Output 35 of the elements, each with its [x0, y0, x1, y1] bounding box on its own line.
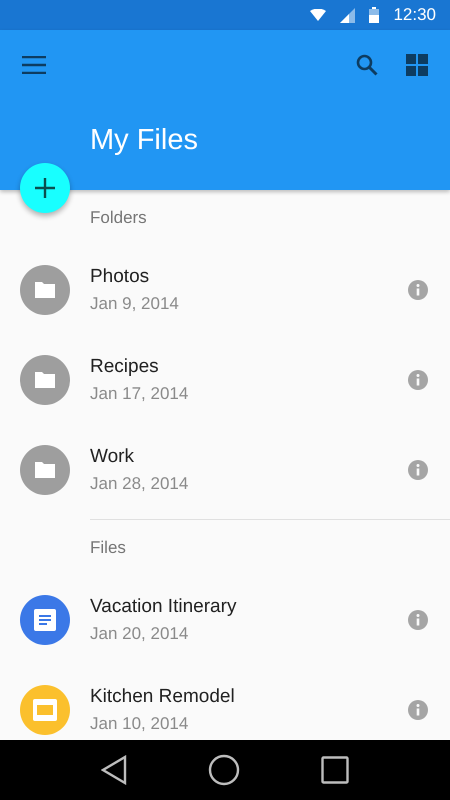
item-date: Jan 28, 2014: [90, 474, 190, 494]
info-icon[interactable]: [408, 460, 428, 480]
item-name[interactable]: Photos: [90, 266, 408, 288]
item-name[interactable]: Vacation Itinerary: [90, 596, 408, 618]
item-date: Jan 9, 2014: [90, 294, 180, 314]
folder-icon: [33, 370, 57, 390]
search-icon[interactable]: [356, 54, 378, 76]
home-icon[interactable]: [208, 754, 240, 786]
item-name[interactable]: Work: [90, 446, 408, 468]
item-date: Jan 10, 2014: [90, 714, 190, 734]
info-icon[interactable]: [408, 370, 428, 390]
plus-icon: [34, 177, 56, 199]
grid-view-icon[interactable]: [406, 54, 428, 76]
info-icon[interactable]: [408, 700, 428, 720]
folder-icon: [33, 460, 57, 480]
info-icon[interactable]: [408, 610, 428, 630]
recents-icon[interactable]: [321, 756, 350, 784]
folder-icon: [33, 280, 57, 300]
status-time: 12:30: [393, 5, 436, 25]
page-title: My Files: [90, 124, 199, 157]
info-icon[interactable]: [408, 280, 428, 300]
section-header: Folders: [90, 208, 147, 228]
item-name[interactable]: Kitchen Remodel: [90, 686, 408, 708]
menu-icon[interactable]: [22, 56, 46, 74]
item-date: Jan 20, 2014: [90, 624, 190, 644]
item-name[interactable]: Recipes: [90, 356, 408, 378]
back-icon[interactable]: [100, 755, 127, 785]
section-header: Files: [90, 538, 126, 558]
battery-icon: [369, 7, 380, 23]
item-date: Jan 17, 2014: [90, 384, 190, 404]
document-icon: [34, 609, 56, 631]
signal-icon: [340, 8, 356, 22]
wifi-icon: [310, 9, 326, 21]
add-button[interactable]: [20, 163, 70, 213]
slides-icon: [33, 699, 57, 721]
